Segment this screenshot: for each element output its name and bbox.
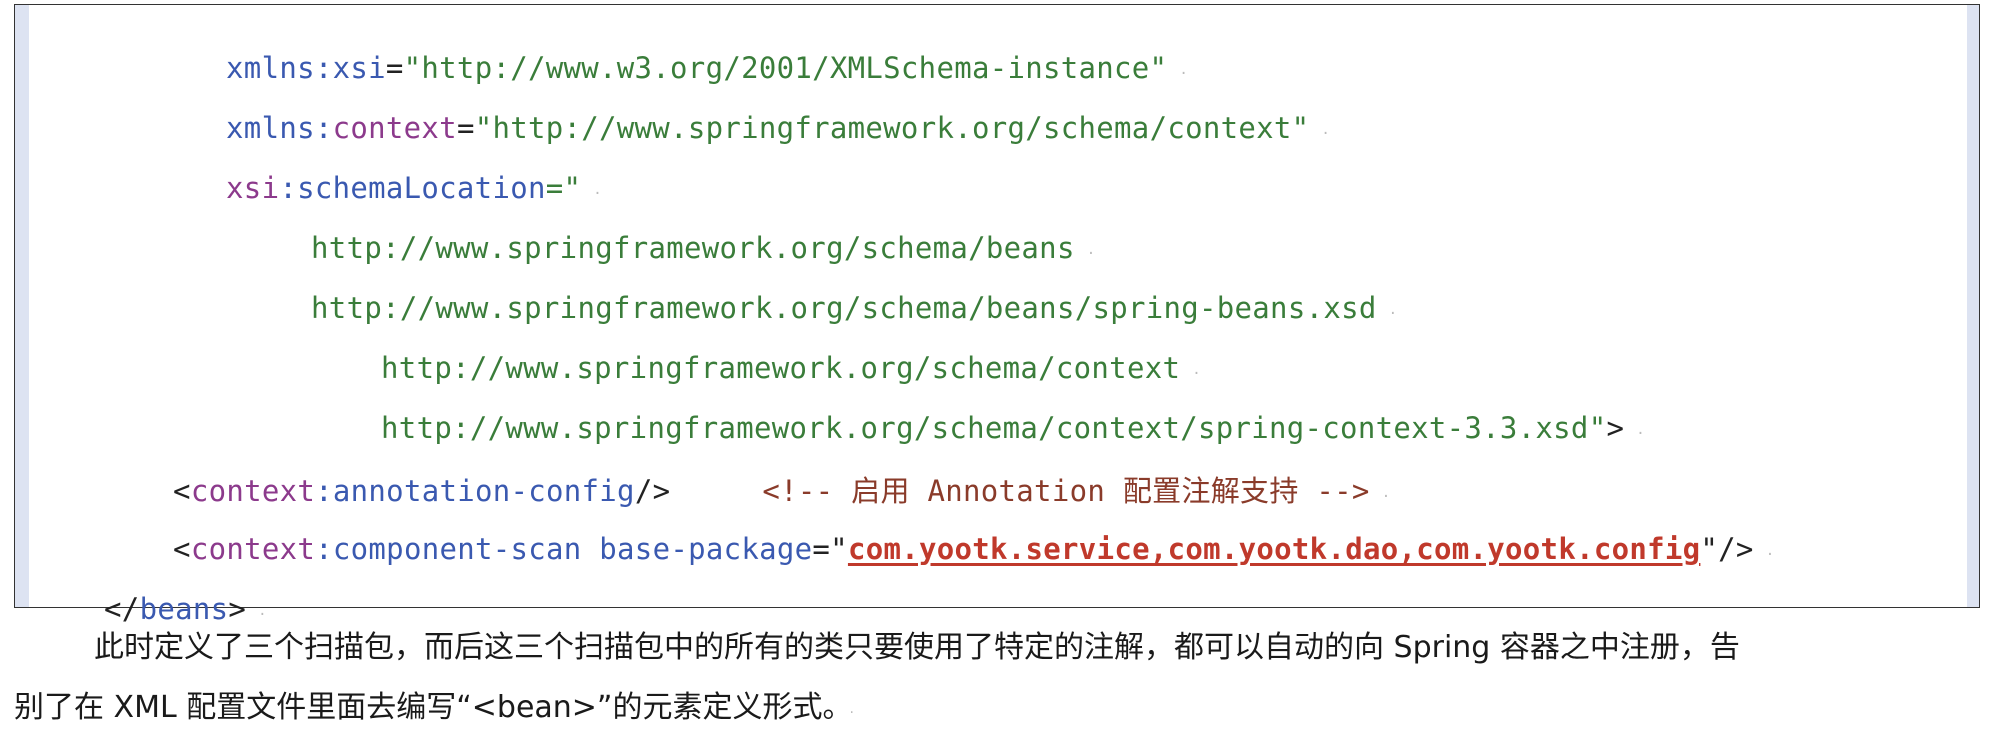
base-package-value: com.yootk.service,com.yootk.dao,com.yoot… bbox=[847, 532, 1701, 566]
tag-close: > bbox=[228, 592, 247, 626]
paragraph-mark-icon: · bbox=[1765, 547, 1775, 563]
code-block-left-bar bbox=[15, 5, 29, 607]
quote-open: " bbox=[830, 532, 848, 566]
prose-text-1: 此时定义了三个扫描包，而后这三个扫描包中的所有的类只要使用了特定的注解，都可以自… bbox=[94, 630, 1740, 665]
tag-self-close: /> bbox=[1718, 532, 1754, 566]
paragraph-mark-icon: · bbox=[1636, 426, 1645, 442]
code-block-right-bar bbox=[1967, 5, 1979, 607]
tag-close: > bbox=[1606, 411, 1625, 445]
paragraph-mark-icon: · bbox=[849, 705, 854, 721]
beans-closing-tag: beans bbox=[139, 592, 229, 626]
paragraph-mark-icon: · bbox=[1388, 306, 1398, 322]
equals-sign: = bbox=[812, 532, 831, 566]
closing-tag-open: </ bbox=[104, 592, 140, 626]
component-scan-tag: :component-scan base-package bbox=[315, 532, 813, 566]
code-line-9: <context:component-scan base-package="co… bbox=[102, 495, 1774, 609]
prose-line-1: 此时定义了三个扫描包，而后这三个扫描包中的所有的类只要使用了特定的注解，都可以自… bbox=[14, 622, 1984, 666]
prose-line-2: 别了在 XML 配置文件里面去编写“<bean>”的元素定义形式。 · bbox=[14, 682, 1984, 726]
quote-close: " bbox=[1700, 532, 1719, 566]
paragraph-mark-icon: · bbox=[258, 607, 267, 623]
paragraph-mark-icon: · bbox=[1321, 126, 1331, 142]
prose-text-2: 别了在 XML 配置文件里面去编写“<bean>”的元素定义形式。 bbox=[14, 690, 838, 725]
code-block: xmlns:xsi="http://www.w3.org/2001/XMLSch… bbox=[14, 4, 1980, 626]
